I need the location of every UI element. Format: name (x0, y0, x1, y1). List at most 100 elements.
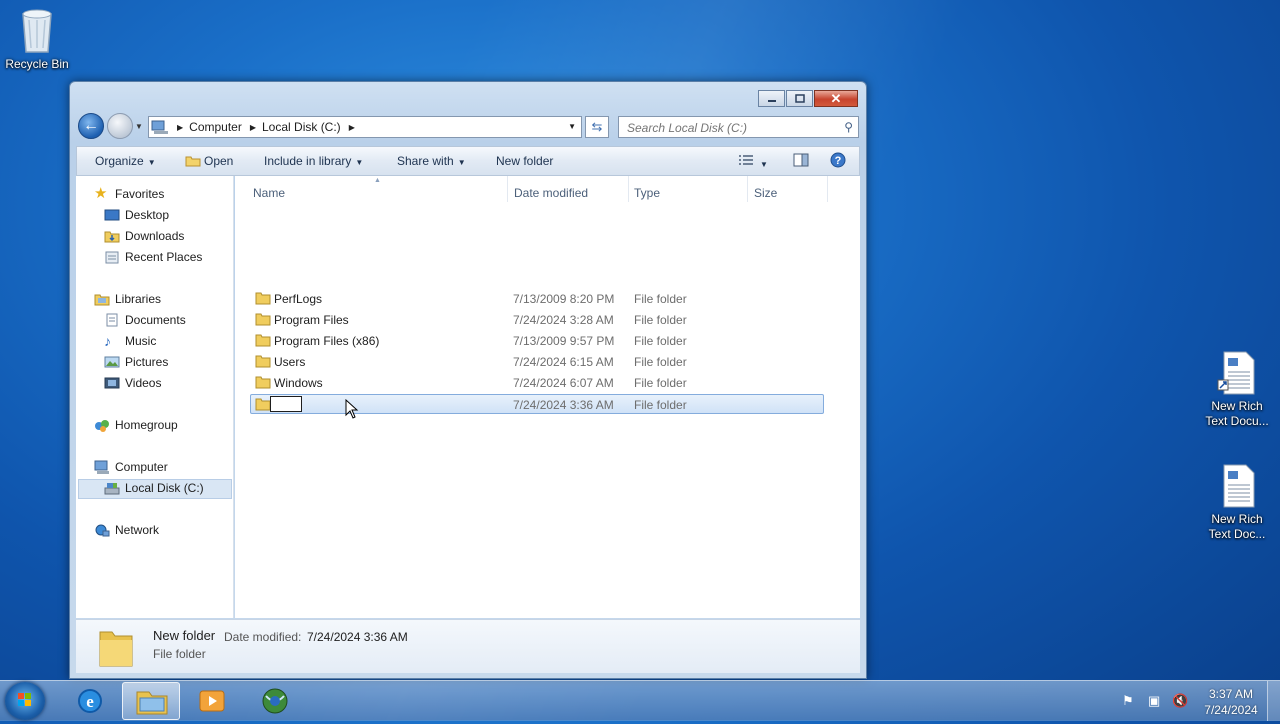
globe-icon (262, 688, 288, 714)
search-box[interactable]: ⚲ (618, 116, 859, 138)
back-arrow-icon: ← (83, 117, 99, 134)
rich-text-document-icon (1217, 351, 1255, 395)
details-date-label: Date modified: (224, 630, 302, 644)
nav-favorites[interactable]: ★ Favorites (94, 186, 165, 201)
rtf-document-desktop-icon-1[interactable]: New Rich Text Docu... (1197, 350, 1277, 429)
file-type: File folder (634, 376, 687, 390)
file-date: 7/24/2024 6:07 AM (513, 376, 614, 390)
homegroup-icon (95, 420, 109, 432)
change-view-button[interactable]: ▼ (738, 153, 768, 170)
documents-icon (106, 313, 118, 327)
nav-network-label: Network (115, 523, 160, 537)
file-row-selected[interactable]: 7/24/2024 3:36 AM File folder (250, 394, 824, 414)
file-date: 7/24/2024 6:15 AM (513, 355, 614, 369)
nav-videos[interactable]: Videos (104, 376, 161, 390)
minimize-icon (767, 99, 776, 102)
back-button[interactable]: ← (78, 113, 104, 139)
include-in-library-label: Include in library (264, 154, 352, 168)
file-row[interactable]: Users 7/24/2024 6:15 AM File folder (251, 352, 824, 372)
column-header-size[interactable]: Size (754, 186, 777, 200)
taskbar-network-app[interactable] (246, 682, 304, 720)
nav-computer-label: Computer (115, 460, 168, 474)
breadcrumb-separator-icon[interactable]: ▶ (250, 123, 256, 132)
column-divider[interactable] (507, 176, 508, 202)
nav-homegroup[interactable]: Homegroup (94, 418, 178, 432)
rtf-document-desktop-icon-2[interactable]: New Rich Text Doc... (1197, 463, 1277, 542)
column-header-date-modified[interactable]: Date modified (514, 186, 588, 200)
nav-computer[interactable]: Computer (94, 460, 168, 474)
libraries-icon (94, 294, 110, 306)
file-row[interactable]: Windows 7/24/2024 6:07 AM File folder (251, 373, 824, 393)
column-divider[interactable] (827, 176, 828, 202)
taskbar-internet-explorer[interactable]: e (61, 682, 119, 720)
file-row[interactable]: Program Files (x86) 7/13/2009 9:57 PM Fi… (251, 331, 824, 351)
volume-muted-icon[interactable]: 🔇 (1172, 693, 1188, 709)
recent-places-icon (105, 251, 119, 264)
maximize-button[interactable] (786, 90, 813, 107)
new-folder-button[interactable]: New folder (496, 154, 553, 168)
svg-text:e: e (86, 692, 94, 711)
nav-desktop[interactable]: Desktop (104, 208, 169, 222)
action-center-flag-icon[interactable]: ⚑ (1122, 693, 1134, 709)
breadcrumb-local-disk[interactable]: Local Disk (C:) (262, 120, 341, 134)
nav-libraries[interactable]: Libraries (94, 292, 161, 306)
nav-local-disk[interactable]: Local Disk (C:) (104, 481, 204, 495)
refresh-button[interactable]: ⇆ (585, 116, 609, 138)
file-name: Program Files (x86) (274, 334, 380, 348)
nav-desktop-label: Desktop (125, 208, 170, 222)
nav-documents[interactable]: Documents (104, 313, 186, 327)
file-row[interactable]: Program Files 7/24/2024 3:28 AM File fol… (251, 310, 824, 330)
clock-date: 7/24/2024 (1204, 703, 1258, 717)
taskbar-windows-explorer[interactable] (122, 682, 180, 720)
command-bar: Organize ▼ Open Include in library ▼ Share… (76, 146, 860, 176)
column-header-name[interactable]: Name (253, 186, 285, 200)
nav-favorites-label: Favorites (115, 187, 165, 201)
address-bar[interactable]: ▶ Computer ▶ Local Disk (C:) ▶ ▼ (148, 116, 582, 138)
rename-input[interactable] (270, 396, 302, 412)
column-header-type[interactable]: Type (634, 186, 660, 200)
search-input[interactable] (625, 120, 829, 136)
breadcrumb-computer[interactable]: Computer (189, 120, 242, 134)
recent-pages-dropdown[interactable]: ▼ (135, 122, 143, 131)
system-clock[interactable]: 3:37 AM 7/24/2024 (1196, 686, 1266, 718)
chevron-down-icon: ▼ (760, 160, 768, 169)
open-button[interactable]: Open (185, 154, 233, 168)
breadcrumb-separator-icon[interactable]: ▶ (177, 123, 183, 132)
search-icon[interactable]: ⚲ (844, 120, 853, 134)
taskbar-media-player[interactable] (184, 682, 242, 720)
file-row[interactable]: PerfLogs 7/13/2009 8:20 PM File folder (251, 289, 824, 309)
network-tray-icon[interactable]: ▣ (1148, 693, 1160, 709)
minimize-button[interactable] (758, 90, 785, 107)
breadcrumb-separator-icon[interactable]: ▶ (349, 123, 355, 132)
open-label: Open (204, 154, 234, 168)
large-folder-icon (99, 631, 133, 667)
chevron-down-icon: ▼ (457, 158, 466, 167)
computer-location-icon (151, 120, 168, 134)
help-button[interactable]: ? (830, 152, 846, 171)
column-divider[interactable] (628, 176, 629, 202)
nav-homegroup-label: Homegroup (115, 418, 178, 432)
recycle-bin-desktop-icon[interactable]: Recycle Bin (0, 8, 77, 72)
nav-pictures[interactable]: Pictures (104, 355, 168, 369)
nav-downloads[interactable]: Downloads (104, 229, 184, 243)
preview-pane-button[interactable] (793, 153, 809, 170)
column-divider[interactable] (747, 176, 748, 202)
rtf-document-label-line1: New Rich (1211, 399, 1263, 413)
nav-network[interactable]: Network (94, 523, 159, 537)
file-date: 7/24/2024 3:36 AM (513, 398, 614, 412)
music-note-icon: ♪ (104, 333, 111, 349)
nav-recent-places[interactable]: Recent Places (104, 250, 202, 264)
share-with-button[interactable]: Share with ▼ (397, 154, 466, 168)
organize-button[interactable]: Organize ▼ (95, 154, 156, 168)
include-in-library-button[interactable]: Include in library ▼ (264, 154, 363, 168)
windows-explorer-icon (136, 691, 168, 715)
nav-music-label: Music (125, 334, 157, 348)
nav-music[interactable]: ♪ Music (104, 334, 156, 348)
details-item-type: File folder (153, 647, 206, 661)
rtf-document-label-line2: Text Docu... (1205, 414, 1269, 428)
address-history-dropdown[interactable]: ▼ (568, 122, 576, 131)
show-desktop-button[interactable] (1267, 681, 1280, 721)
forward-button[interactable] (107, 113, 133, 139)
close-button[interactable]: ✕ (814, 90, 858, 107)
start-button[interactable] (5, 682, 45, 720)
